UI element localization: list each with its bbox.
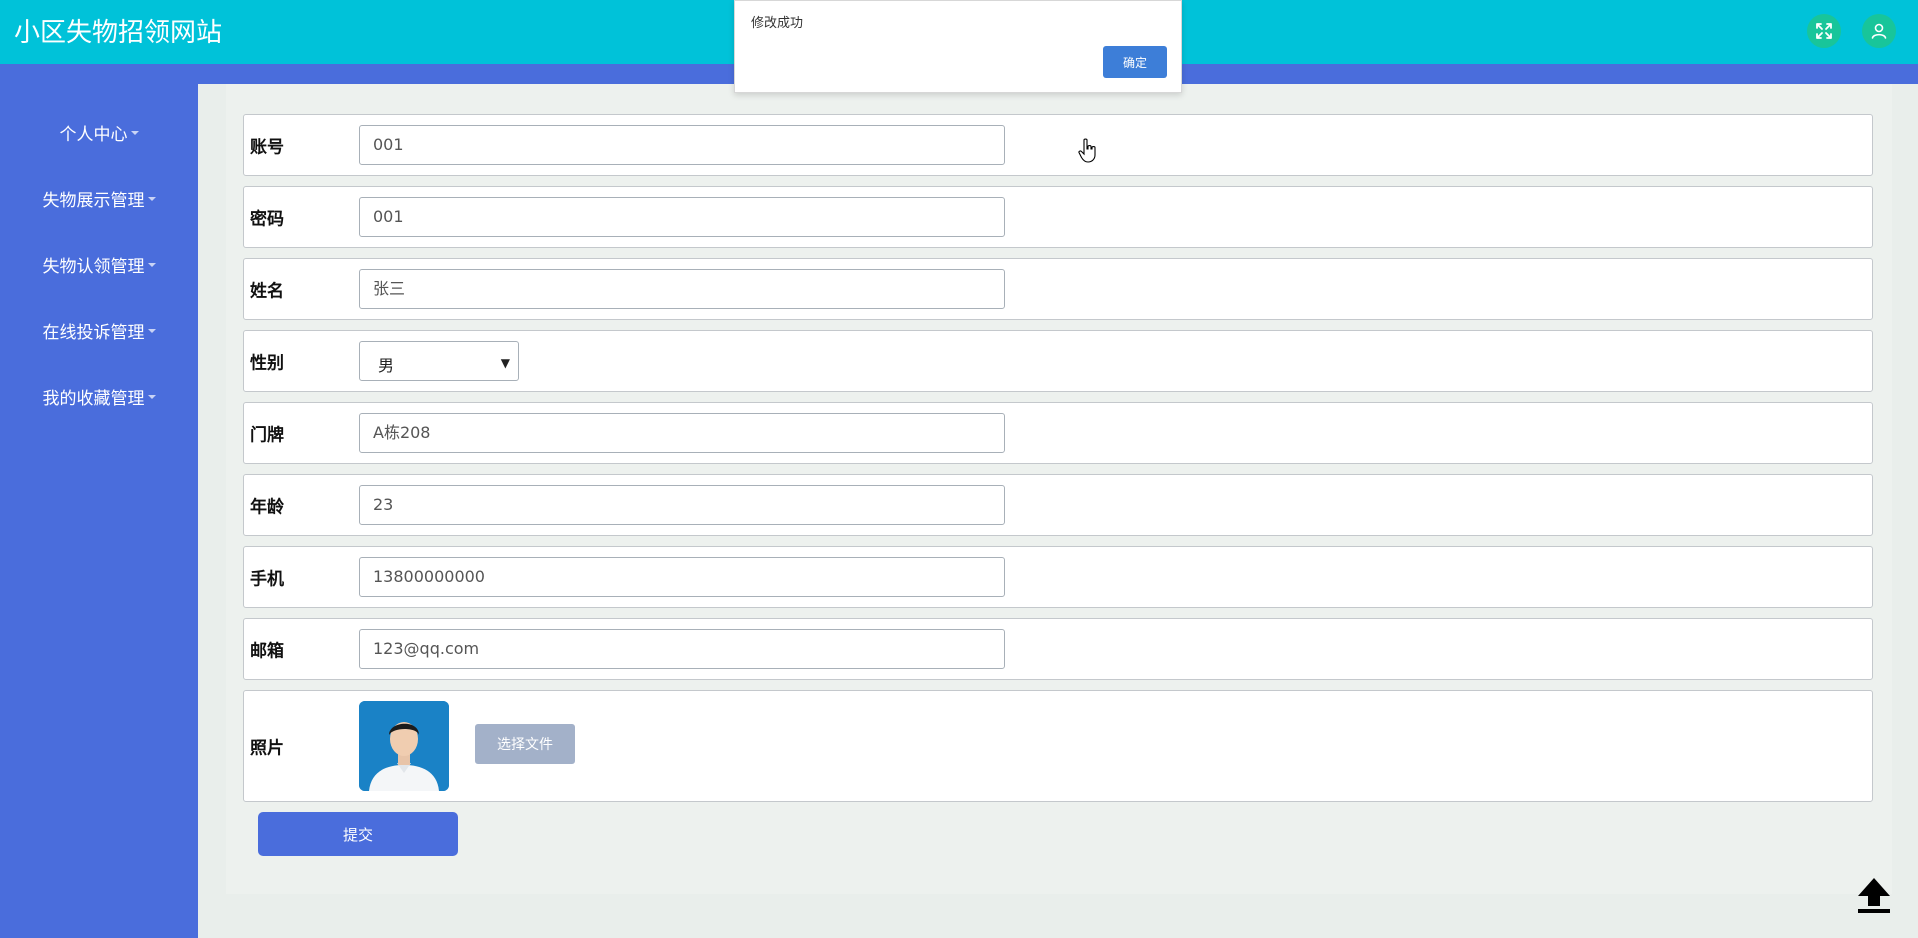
sidebar-item-label: 个人中心	[59, 125, 128, 145]
age-label: 年龄	[250, 497, 284, 518]
sidebar-item-lost-items[interactable]: 失物展示管理	[0, 186, 198, 211]
form-row-phone: 手机 13800000000	[243, 546, 1873, 608]
caret-down-icon	[147, 394, 156, 399]
dialog-message: 修改成功	[751, 16, 804, 31]
caret-down-icon	[147, 328, 156, 333]
dialog-ok-button[interactable]: 确定	[1103, 46, 1167, 78]
sidebar-item-personal-center[interactable]: 个人中心	[0, 120, 198, 145]
caret-down-icon	[147, 196, 156, 201]
phone-input[interactable]: 13800000000	[359, 557, 1005, 597]
submit-button[interactable]: 提交	[258, 812, 458, 856]
sidebar-item-claims[interactable]: 失物认领管理	[0, 252, 198, 277]
form-row-gender: 性别 男 ▼	[243, 330, 1873, 392]
form-row-doorplate: 门牌 A栋208	[243, 402, 1873, 464]
caret-down-icon	[147, 262, 156, 267]
back-to-top-button[interactable]	[1854, 876, 1894, 914]
form-row-age: 年龄 23	[243, 474, 1873, 536]
sidebar-item-label: 我的收藏管理	[42, 389, 145, 409]
form-row-password: 密码 001	[243, 186, 1873, 248]
hand-cursor-icon	[1078, 138, 1096, 163]
caret-down-icon	[130, 130, 139, 135]
sidebar-item-label: 在线投诉管理	[42, 323, 145, 343]
sidebar: 个人中心 失物展示管理 失物认领管理 在线投诉管理 我的收藏管理	[0, 64, 198, 938]
upload-arrow-icon	[1858, 878, 1890, 913]
account-input[interactable]: 001	[359, 125, 1005, 165]
fullscreen-icon	[1816, 23, 1832, 39]
gender-value: 男	[378, 356, 395, 375]
choose-file-button[interactable]: 选择文件	[475, 724, 575, 764]
sidebar-item-label: 失物展示管理	[42, 191, 145, 211]
form-row-photo: 照片 选择文件	[243, 690, 1873, 802]
sidebar-item-complaints[interactable]: 在线投诉管理	[0, 318, 198, 343]
sidebar-item-favorites[interactable]: 我的收藏管理	[0, 384, 198, 409]
password-label: 密码	[250, 209, 284, 230]
name-label: 姓名	[250, 281, 284, 302]
form-row-name: 姓名 张三	[243, 258, 1873, 320]
password-input[interactable]: 001	[359, 197, 1005, 237]
form-row-account: 账号 001	[243, 114, 1873, 176]
doorplate-label: 门牌	[250, 425, 284, 446]
sidebar-item-label: 失物认领管理	[42, 257, 145, 277]
alert-dialog: 修改成功 确定	[734, 0, 1182, 93]
age-input[interactable]: 23	[359, 485, 1005, 525]
phone-label: 手机	[250, 569, 284, 590]
doorplate-input[interactable]: A栋208	[359, 413, 1005, 453]
profile-photo	[359, 701, 449, 791]
email-input[interactable]: 123@qq.com	[359, 629, 1005, 669]
user-icon	[1871, 23, 1887, 39]
form-row-email: 邮箱 123@qq.com	[243, 618, 1873, 680]
name-input[interactable]: 张三	[359, 269, 1005, 309]
user-button[interactable]	[1862, 14, 1896, 48]
gender-label: 性别	[250, 353, 284, 374]
photo-label: 照片	[250, 738, 284, 759]
site-title: 小区失物招领网站	[14, 18, 223, 48]
gender-select[interactable]: 男 ▼	[359, 341, 519, 381]
fullscreen-button[interactable]	[1807, 14, 1841, 48]
email-label: 邮箱	[250, 641, 284, 662]
person-portrait-icon	[359, 701, 449, 791]
account-label: 账号	[250, 137, 284, 158]
chevron-down-icon: ▼	[500, 356, 510, 370]
